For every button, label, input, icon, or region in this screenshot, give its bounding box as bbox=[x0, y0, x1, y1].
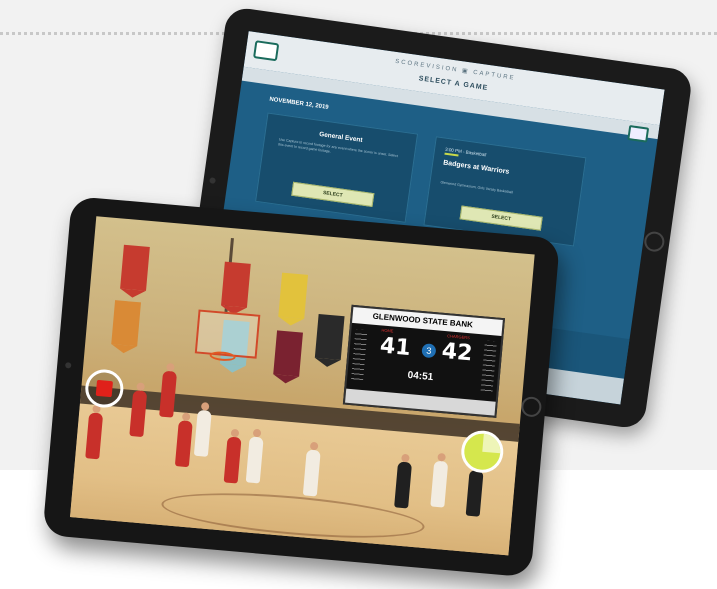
select-button[interactable]: SELECT bbox=[459, 205, 543, 231]
event-card-name: Badgers at Warriors bbox=[442, 159, 510, 176]
gym-banner bbox=[314, 313, 345, 361]
stat-column bbox=[350, 329, 368, 383]
game-clock: 04:51 bbox=[407, 369, 434, 384]
period-indicator: 3 bbox=[421, 343, 437, 359]
scoreboard: GLENWOOD STATE BANK HOME CHARGERS 41 3 4… bbox=[342, 304, 505, 418]
event-date: NOVEMBER 12, 2019 bbox=[268, 96, 329, 111]
tablet-camera bbox=[64, 362, 72, 369]
gym-banner bbox=[120, 244, 150, 291]
scoreboard-header: GLENWOOD STATE BANK bbox=[352, 306, 503, 336]
tablet-home-button[interactable] bbox=[643, 230, 666, 253]
gym-banner bbox=[221, 261, 251, 308]
event-card-tag: 3:00 PM - Basketball bbox=[444, 146, 487, 158]
capture-viewfinder: GLENWOOD STATE BANK HOME CHARGERS 41 3 4… bbox=[70, 216, 535, 556]
select-button[interactable]: SELECT bbox=[291, 181, 375, 208]
event-card-general: General Event Use Capture to record foot… bbox=[255, 112, 419, 223]
event-card-subtitle: Glenwood Gymnasium, Girls Varsity Basket… bbox=[440, 180, 514, 195]
gym-banner bbox=[273, 330, 303, 377]
scoreboard-sponsor: GLENWOOD STATE BANK bbox=[372, 311, 474, 330]
gym-banner bbox=[278, 272, 309, 319]
gym-banner bbox=[111, 300, 141, 347]
stat-column bbox=[480, 340, 497, 394]
backboard bbox=[194, 309, 261, 359]
record-square bbox=[95, 379, 114, 398]
front-tablet: GLENWOOD STATE BANK HOME CHARGERS 41 3 4… bbox=[42, 196, 561, 578]
tablet-home-button[interactable] bbox=[520, 396, 543, 418]
home-label: HOME bbox=[381, 327, 394, 334]
home-score: 41 bbox=[379, 333, 412, 362]
camera-icon[interactable] bbox=[627, 125, 650, 143]
away-score: 42 bbox=[440, 338, 474, 367]
tablet-camera bbox=[209, 177, 216, 184]
